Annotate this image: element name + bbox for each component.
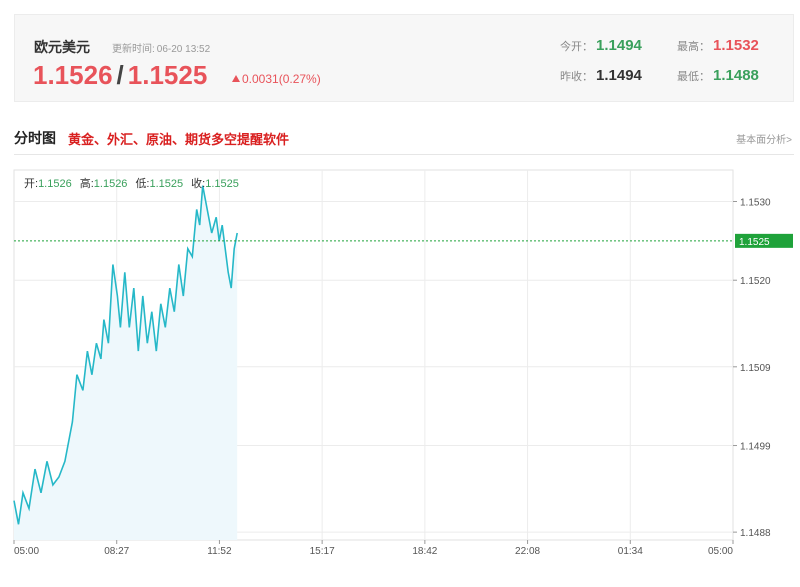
- ohlc-value: 1.1525: [205, 178, 239, 190]
- intraday-chart[interactable]: 1.1530 1.1520 1.1509 1.1499 1.1488 05:00 08:2…: [0, 160, 800, 587]
- stat-open-label: 今开：: [560, 41, 593, 53]
- stat-open: 今开： 1.1494: [560, 37, 642, 54]
- y-tick-label: 1.1530: [740, 197, 771, 208]
- current-price-tag-label: 1.1525: [739, 237, 770, 248]
- quote-panel: 欧元美元 更新时间: 06-20 13:52 1.1526/1.1525 0.00…: [14, 14, 794, 102]
- x-tick-label: 05:00: [708, 546, 733, 557]
- ohlc-value: 1.1526: [94, 178, 128, 190]
- ohlc-label: 高:: [80, 176, 94, 190]
- price-display: 1.1526/1.1525: [33, 60, 207, 91]
- section-title: 分时图: [14, 130, 56, 146]
- y-tick-label: 1.1509: [740, 363, 771, 374]
- price-separator: /: [116, 60, 124, 90]
- update-time-value: 06-20 13:52: [156, 44, 211, 55]
- ohlc-value: 1.1526: [38, 178, 72, 190]
- y-axis: 1.1530 1.1520 1.1509 1.1499 1.1488: [733, 197, 771, 539]
- up-arrow-icon: [232, 75, 240, 82]
- bid-price: 1.1526: [33, 60, 113, 90]
- price-change: 0.0031(0.27%): [232, 72, 321, 86]
- x-tick-label: 15:17: [310, 546, 335, 557]
- ohlc-value: 1.1525: [150, 178, 184, 190]
- update-time-label: 更新时间:: [112, 44, 155, 55]
- price-change-value: 0.0031(0.27%): [242, 72, 321, 86]
- x-tick-label: 05:00: [14, 546, 39, 557]
- x-tick-label: 11:52: [207, 546, 232, 557]
- update-time: 更新时间: 06-20 13:52: [112, 40, 210, 55]
- stat-prev-close-value: 1.1494: [596, 67, 642, 84]
- stat-high: 最高： 1.1532: [677, 37, 759, 54]
- promo-link[interactable]: 黄金、外汇、原油、期货多空提醒软件: [68, 129, 289, 148]
- y-tick-label: 1.1520: [740, 276, 771, 287]
- x-tick-label: 22:08: [515, 546, 540, 557]
- stat-prev-close-label: 昨收：: [560, 71, 593, 83]
- ohlc-label: 低:: [135, 177, 149, 190]
- stat-low-label: 最低：: [677, 71, 710, 83]
- stat-prev-close: 昨收： 1.1494: [560, 67, 642, 84]
- x-tick-label: 08:27: [104, 546, 129, 557]
- section-divider: [14, 154, 794, 155]
- ohlc-label: 收:: [191, 176, 205, 190]
- stat-high-label: 最高：: [677, 41, 710, 53]
- instrument-name: 欧元美元: [34, 39, 90, 55]
- x-axis: 05:00 08:27 11:52 15:17 18:42 22:08 01:34 05:00: [13, 540, 734, 557]
- current-price-tag: 1.1525: [735, 233, 793, 248]
- x-tick-label: 18:42: [412, 546, 437, 557]
- y-tick-label: 1.1488: [740, 528, 771, 539]
- fundamental-analysis-link[interactable]: 基本面分析>: [736, 131, 792, 146]
- x-tick-label: 01:34: [618, 546, 643, 557]
- ohlc-label: 开:: [24, 178, 38, 190]
- stat-high-value: 1.1532: [713, 37, 759, 54]
- y-tick-label: 1.1499: [740, 442, 771, 453]
- ask-price: 1.1525: [127, 60, 208, 90]
- stat-low-value: 1.1488: [713, 67, 759, 84]
- stat-open-value: 1.1494: [596, 37, 642, 54]
- stat-low: 最低： 1.1488: [677, 67, 759, 84]
